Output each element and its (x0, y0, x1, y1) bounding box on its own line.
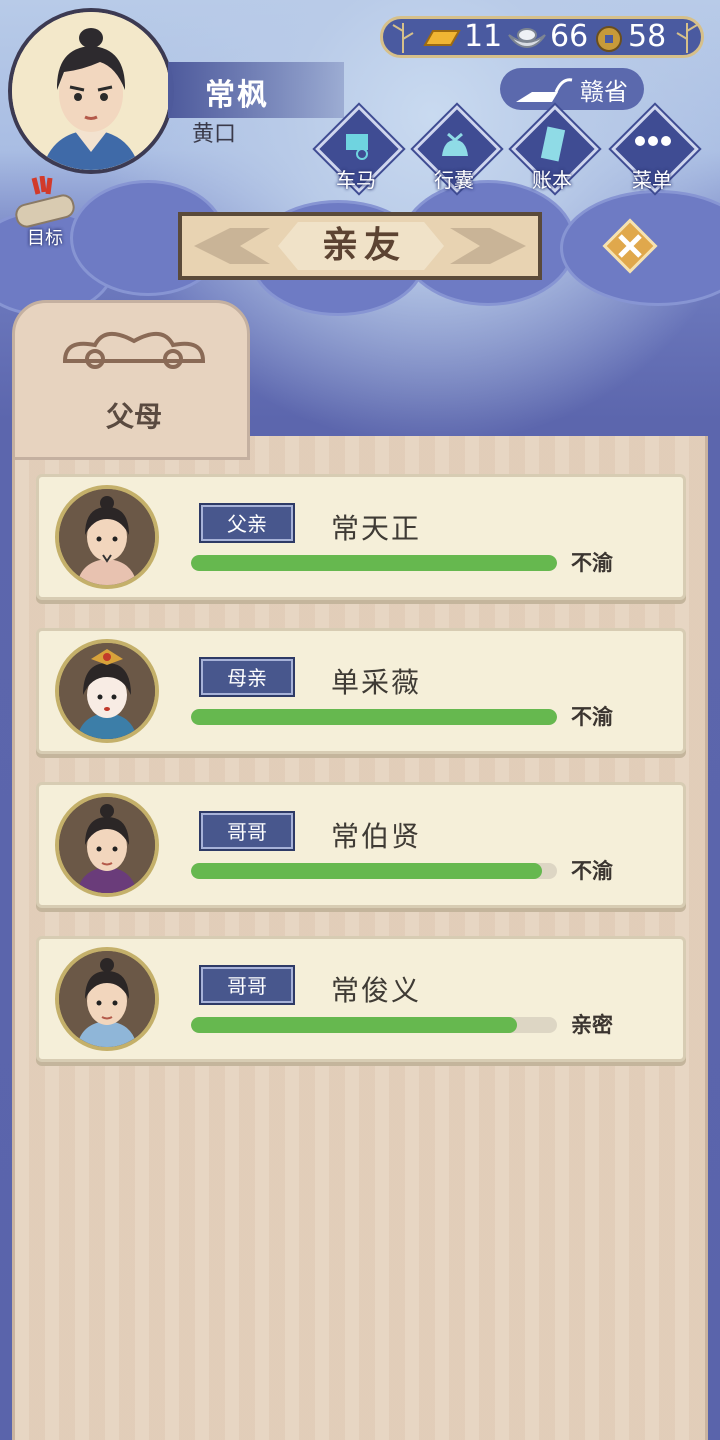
affinity-fill (191, 863, 543, 879)
silver-amount: 66 (550, 19, 589, 54)
goal-label: 目标 (27, 228, 63, 249)
luggage-icon (442, 132, 468, 156)
relative-name: 常天正 (331, 512, 422, 545)
relative-name: 单采薇 (331, 666, 422, 699)
role-tag: 母亲 (199, 657, 295, 697)
affinity-bar (191, 1017, 557, 1033)
relative-portrait (55, 793, 159, 897)
carriage-label: 车马 (336, 168, 376, 192)
relative-portrait (55, 947, 159, 1051)
affinity-fill (191, 709, 557, 725)
relative-portrait (55, 485, 159, 589)
carriage-button[interactable]: 车马 (315, 105, 403, 193)
tab-parents[interactable]: 父母 (12, 300, 250, 460)
luggage-button[interactable]: 行囊 (413, 105, 501, 193)
affinity-fill (191, 1017, 517, 1033)
menu-button[interactable]: 菜单 (611, 105, 699, 193)
relative-card[interactable]: 父亲 常天正 不渝 (36, 474, 686, 600)
luggage-label: 行囊 (434, 168, 474, 192)
affinity-status: 亲密 (571, 1013, 613, 1037)
travel-icon (516, 78, 573, 102)
cloud-ornament-icon (62, 332, 206, 369)
affinity-status: 不渝 (571, 705, 613, 729)
mother-portrait-icon (59, 643, 155, 739)
ledger-label: 账本 (532, 168, 572, 192)
player-title: 黄口 (192, 122, 237, 147)
brother-portrait-icon (59, 951, 155, 1047)
scroll-alert-icon (15, 175, 75, 228)
goal-button[interactable]: 目标 (10, 175, 80, 250)
bamboo-right-icon (676, 23, 698, 53)
affinity-bar (191, 555, 557, 571)
affinity-bar (191, 709, 557, 725)
carriage-icon (346, 134, 368, 160)
affinity-fill (191, 555, 557, 571)
affinity-status: 不渝 (571, 551, 613, 575)
silver-ingot-icon (508, 28, 546, 49)
ledger-button[interactable]: 账本 (511, 105, 599, 193)
player-name: 常枫 (205, 78, 269, 113)
player-portrait-icon (12, 12, 170, 170)
player-avatar[interactable] (8, 8, 174, 174)
tab-label: 父母 (105, 400, 162, 433)
close-icon (602, 218, 658, 274)
screen-title: 亲友 (321, 225, 406, 266)
relative-card[interactable]: 哥哥 常伯贤 不渝 (36, 782, 686, 908)
relative-name: 常伯贤 (331, 820, 422, 853)
role-tag: 哥哥 (199, 965, 295, 1005)
relative-portrait (55, 639, 159, 743)
close-button[interactable] (600, 216, 660, 276)
copper-coin-icon (596, 26, 622, 52)
relative-card[interactable]: 母亲 单采薇 不渝 (36, 628, 686, 754)
affinity-status: 不渝 (571, 859, 613, 883)
father-portrait-icon (59, 489, 155, 585)
more-dots-icon (635, 136, 671, 146)
affinity-bar (191, 863, 557, 879)
bamboo-left-icon (392, 23, 414, 53)
brother-portrait-icon (59, 797, 155, 893)
role-tag: 哥哥 (199, 811, 295, 851)
menu-label: 菜单 (632, 168, 672, 192)
relative-name: 常俊义 (331, 974, 422, 1007)
role-tag: 父亲 (199, 503, 295, 543)
coin-amount: 58 (628, 19, 667, 54)
region-name: 赣省 (580, 78, 628, 106)
ledger-icon (540, 126, 566, 162)
gold-amount: 11 (464, 19, 503, 54)
title-banner: 亲友 (178, 212, 542, 280)
gold-bar-icon (423, 30, 461, 46)
relative-card[interactable]: 哥哥 常俊义 亲密 (36, 936, 686, 1062)
